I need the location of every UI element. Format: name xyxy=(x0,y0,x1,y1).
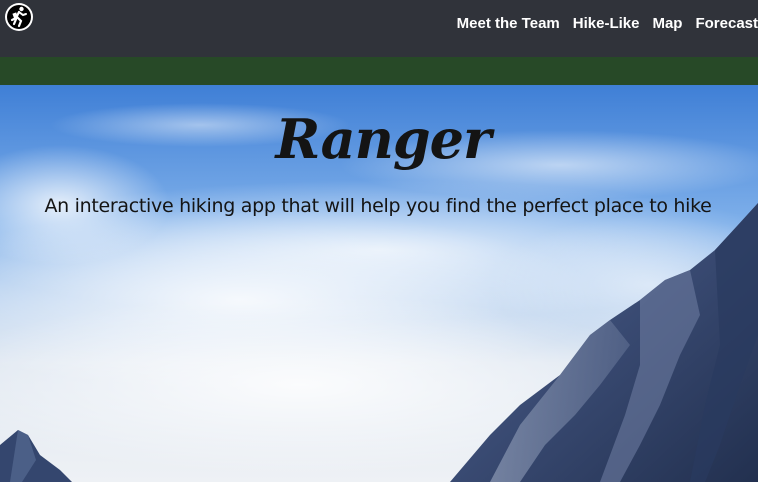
hiker-icon[interactable] xyxy=(4,2,34,32)
green-band xyxy=(0,57,758,85)
hero-section: Ranger An interactive hiking app that wi… xyxy=(0,85,758,482)
hero-title: Ranger xyxy=(275,107,492,171)
hero-subtitle: An interactive hiking app that will help… xyxy=(44,195,712,217)
nav-link-meet-the-team[interactable]: Meet the Team xyxy=(457,14,560,34)
nav-links: Meet the Team Hike-Like Map Forecast xyxy=(444,14,758,34)
nav-link-map[interactable]: Map xyxy=(652,14,682,34)
nav-link-forecast[interactable]: Forecast xyxy=(695,14,758,34)
nav-link-hike-like[interactable]: Hike-Like xyxy=(573,14,640,34)
navbar: Meet the Team Hike-Like Map Forecast xyxy=(0,0,758,57)
